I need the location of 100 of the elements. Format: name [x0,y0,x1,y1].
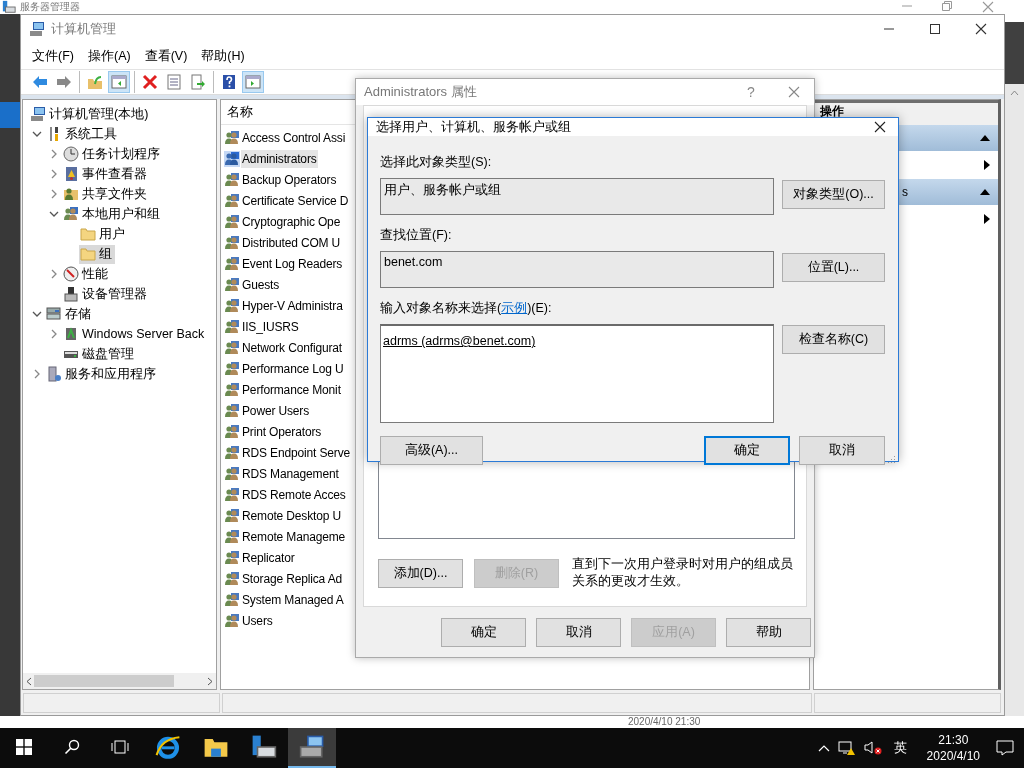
menu-item[interactable]: 查看(V) [137,47,195,65]
dialog-title: Administrators 属性 [364,83,477,101]
group-name[interactable]: Users [241,611,274,630]
group-name[interactable]: RDS Endpoint Serve [241,443,352,462]
menu-item[interactable]: 操作(A) [80,47,138,65]
restore-icon[interactable] [942,1,952,11]
group-name[interactable]: Cryptographic Ope [241,212,342,231]
group-name[interactable]: RDS Management [241,464,340,483]
resize-grip-icon[interactable] [888,455,896,463]
tree-item[interactable]: 性能 [62,264,111,284]
menu-item[interactable]: 帮助(H) [194,47,252,65]
window-title: 服务器管理器 [20,1,80,13]
clock-icon [63,146,79,162]
browse-button[interactable]: 位置(L)... [782,253,885,282]
dialog-button[interactable]: 取消 [536,617,621,647]
scroll-left-icon[interactable] [26,676,32,686]
scroll-right-icon[interactable] [207,676,213,686]
computer-icon [29,21,45,37]
section-title: s [902,185,908,199]
user-group-icon [224,150,240,167]
taskbar-app[interactable] [288,728,336,768]
close-icon[interactable] [975,23,987,35]
input-method-indicator[interactable]: 英 [889,739,911,757]
dialog-button[interactable]: 高级(A)... [380,436,483,465]
chevron-right-icon[interactable] [50,269,57,279]
chevron-down-icon[interactable] [31,131,42,137]
close-icon[interactable] [874,121,886,133]
submenu-triangle-icon[interactable] [984,214,990,224]
submenu-triangle-icon[interactable] [984,160,990,170]
chevron-right-icon[interactable] [50,169,57,179]
group-name[interactable]: System Managed A [241,590,345,609]
chevron-up-icon[interactable] [817,744,830,752]
collapse-triangle-icon[interactable] [980,135,990,141]
console-tree-button[interactable] [108,71,130,93]
group-name[interactable]: Guests [241,275,281,294]
readonly-field: benet.com [380,251,774,288]
group-name[interactable]: Remote Manageme [241,527,347,546]
collapse-triangle-icon[interactable] [980,189,990,195]
group-name[interactable]: Power Users [241,401,311,420]
group-name[interactable]: Storage Replica Ad [241,569,344,588]
chevron-right-icon[interactable] [50,329,57,339]
names-input[interactable]: adrms (adrms@benet.com) [380,324,774,423]
group-name[interactable]: Distributed COM U [241,233,342,252]
maximize-icon[interactable] [930,24,940,34]
group-name[interactable]: Administrators [241,149,318,168]
tree-item[interactable]: 计算机管理(本地) [29,104,152,124]
column-header[interactable]: 名称 [227,103,253,121]
group-name[interactable]: RDS Remote Acces [241,485,347,504]
tree-item[interactable]: 设备管理器 [62,284,150,304]
group-name[interactable]: Network Configurat [241,338,343,357]
group-name[interactable]: IIS_IUSRS [241,317,300,336]
tree-item[interactable]: 系统工具 [45,124,120,144]
field-label: 查找位置(F): [380,227,453,243]
help-button[interactable]: ? [728,84,774,100]
group-name[interactable]: Backup Operators [241,170,338,189]
chevron-right-icon[interactable] [50,149,57,159]
group-name[interactable]: Performance Log U [241,359,345,378]
dialog-button[interactable]: 确定 [704,436,790,465]
user-group-icon [224,318,240,335]
menu-item[interactable]: 文件(F) [25,47,81,65]
group-name[interactable]: Hyper-V Administra [241,296,344,315]
tree-item[interactable]: 本地用户和组 [62,204,163,224]
tree-item[interactable]: 组 [79,244,115,264]
add-button[interactable]: 添加(D)... [378,559,463,588]
group-name[interactable]: Print Operators [241,422,323,441]
check-names-button[interactable]: 检查名称(C) [782,325,885,354]
gauge-icon [63,266,79,282]
group-name[interactable]: Remote Desktop U [241,506,342,525]
scroll-up-icon[interactable] [1010,90,1019,96]
tree-item[interactable]: 共享文件夹 [62,184,150,204]
chevron-down-icon[interactable] [31,311,42,317]
field-label: 输入对象名称来选择( [380,300,502,316]
tree-item[interactable]: 事件查看器 [62,164,150,184]
examples-link[interactable]: 示例 [501,300,528,316]
group-name[interactable]: Certificate Service D [241,191,350,210]
chevron-down-icon[interactable] [48,211,59,217]
group-name[interactable]: Replicator [241,548,296,567]
group-name[interactable]: Event Log Readers [241,254,344,273]
clock[interactable]: 21:30 2020/4/10 [918,732,988,764]
folder-icon [80,226,96,242]
dialog-button[interactable]: 帮助 [726,617,811,647]
tree-item[interactable]: 磁盘管理 [62,344,137,364]
tree-item[interactable]: Windows Server Back [62,325,208,343]
group-name[interactable]: Access Control Assi [241,128,347,147]
search-icon [64,739,80,755]
group-name[interactable]: Performance Monit [241,380,342,399]
dialog-title: 选择用户、计算机、服务帐户或组 [376,118,571,136]
dialog-button[interactable]: 确定 [441,617,526,647]
chevron-right-icon[interactable] [33,369,40,379]
dialog-button[interactable]: 取消 [799,436,885,465]
cross-icon [142,74,158,90]
browse-button[interactable]: 对象类型(O)... [782,180,885,209]
tree-item[interactable]: 用户 [79,224,128,244]
tree-item[interactable]: 存储 [45,304,94,324]
tree-item[interactable]: 任务计划程序 [62,144,163,164]
speaker-muted-icon [863,740,882,756]
scrollbar-thumb[interactable] [34,675,174,687]
chevron-right-icon[interactable] [50,189,57,199]
window-title: 计算机管理 [51,20,116,38]
tree-item[interactable]: 服务和应用程序 [45,364,159,384]
